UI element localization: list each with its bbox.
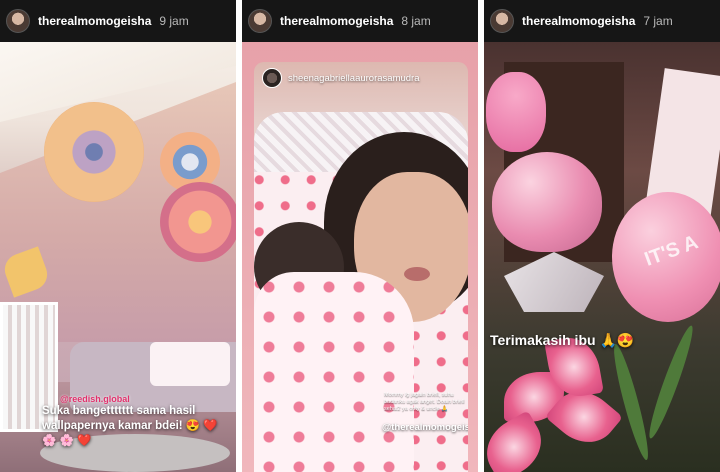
timestamp: 8 jam bbox=[401, 14, 431, 28]
timestamp: 9 jam bbox=[159, 14, 189, 28]
mention-tag[interactable]: @therealmomogeisha bbox=[382, 422, 468, 433]
story-panel-3[interactable]: therealmomogeisha 7 jam IT'S A Terimakas… bbox=[484, 0, 720, 472]
story-image-repost: sheenagabriellaaurorasamudra Mommy lg ja… bbox=[242, 42, 478, 472]
story-image-nursery: @reedish.global Suka bangettttttt sama h… bbox=[0, 42, 236, 472]
heart-balloon bbox=[492, 152, 602, 252]
story-panel-1[interactable]: therealmomogeisha 9 jam @reedish.global … bbox=[0, 0, 236, 472]
timestamp: 7 jam bbox=[643, 14, 673, 28]
story-image-balloons: IT'S A Terimakasih ibu 🙏😍 bbox=[484, 42, 720, 472]
story-header: therealmomogeisha 7 jam bbox=[484, 0, 720, 42]
caption-text: Terimakasih ibu 🙏😍 bbox=[490, 332, 635, 348]
mention-tag[interactable]: @reedish.global bbox=[60, 394, 232, 404]
heart-pillow bbox=[150, 342, 230, 386]
caption-text: Suka bangettttttt sama hasil wallpaperny… bbox=[42, 405, 218, 447]
story-caption: @reedish.global Suka bangettttttt sama h… bbox=[42, 394, 232, 449]
story-header: therealmomogeisha 9 jam bbox=[0, 0, 236, 42]
story-panel-2[interactable]: therealmomogeisha 8 jam sheenagabriellaa… bbox=[242, 0, 478, 472]
repost-header: sheenagabriellaaurorasamudra bbox=[262, 68, 420, 88]
avatar[interactable] bbox=[6, 9, 30, 33]
username[interactable]: therealmomogeisha bbox=[522, 14, 635, 28]
story-header: therealmomogeisha 8 jam bbox=[242, 0, 478, 42]
username[interactable]: therealmomogeisha bbox=[280, 14, 393, 28]
teddy-balloon bbox=[486, 72, 546, 152]
reposted-story[interactable]: sheenagabriellaaurorasamudra Mommy lg ja… bbox=[254, 62, 468, 472]
reposted-caption: Mommy lg jagain briell, suhu badanku aga… bbox=[384, 392, 465, 412]
username[interactable]: therealmomogeisha bbox=[38, 14, 151, 28]
avatar[interactable] bbox=[248, 9, 272, 33]
reposted-username[interactable]: sheenagabriellaaurorasamudra bbox=[288, 73, 420, 84]
mini-avatar[interactable] bbox=[262, 68, 282, 88]
avatar[interactable] bbox=[490, 9, 514, 33]
